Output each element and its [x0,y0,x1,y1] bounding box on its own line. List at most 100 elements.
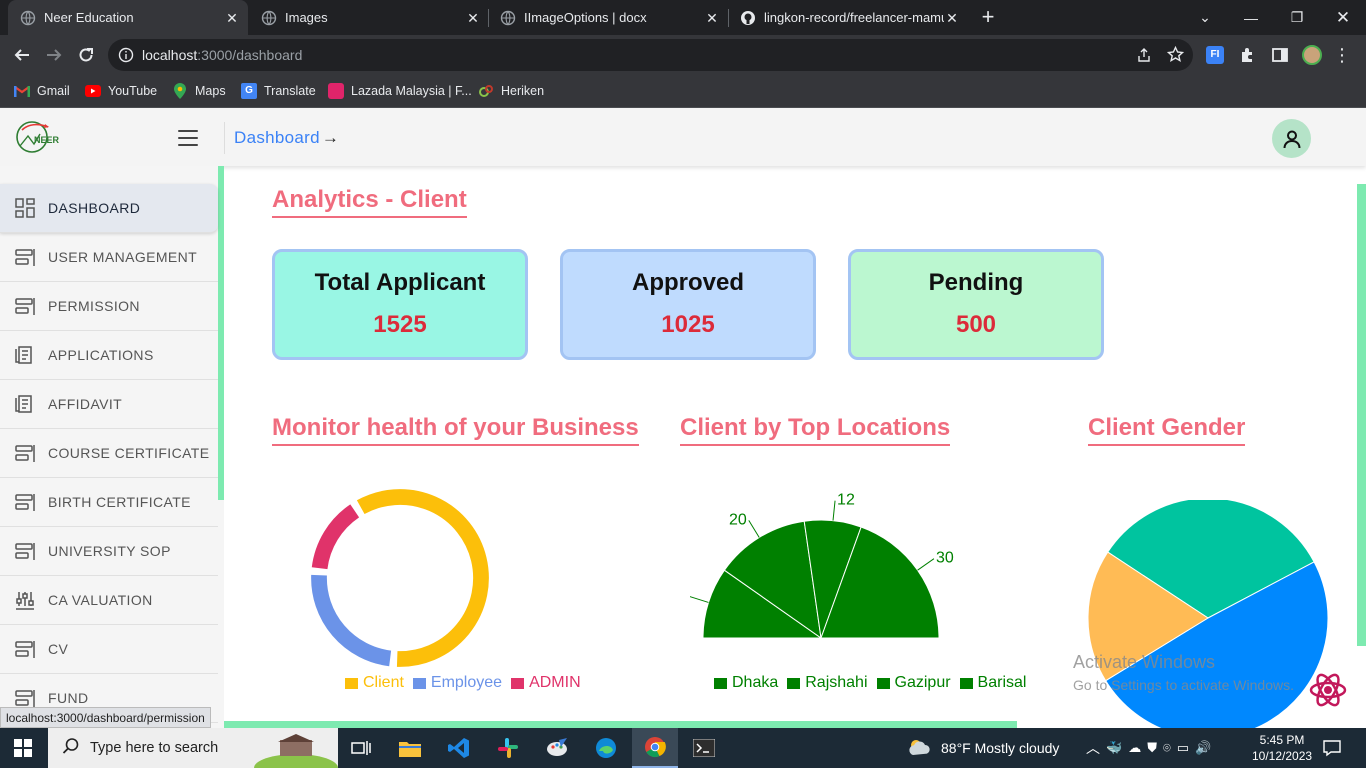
stat-label: Pending [928,269,1024,296]
tab-neer-education[interactable]: Neer Education ✕ [8,0,248,35]
reload-button[interactable] [74,43,98,67]
tab-title: Neer Education [44,10,134,25]
close-icon[interactable]: ✕ [944,10,960,26]
clock[interactable]: 5:45 PM 10/12/2023 [1252,728,1312,768]
profile-avatar[interactable] [1300,43,1324,67]
data-label-leader-line [690,596,709,603]
slack-icon[interactable] [485,728,531,768]
sidebar-item-dashboard[interactable]: DASHBOARD [0,184,218,233]
sidebar-item-university-sop[interactable]: UNIVERSITY SOP [0,527,218,576]
info-icon[interactable] [118,47,134,68]
browser-menu-icon[interactable]: ⋮ [1330,43,1354,67]
data-label-leader-line [832,500,836,521]
side-panel-icon[interactable] [1268,43,1292,67]
back-button[interactable] [10,43,34,67]
taskbar-search[interactable]: Type here to search [48,728,338,768]
tab-search-chevron-icon[interactable]: ⌄ [1182,0,1228,35]
windows-start-icon[interactable] [0,728,46,768]
list-icon [14,687,36,709]
restore-button[interactable]: ❐ [1274,0,1320,35]
paint-icon[interactable] [534,728,580,768]
sidebar-item-label: UNIVERSITY SOP [48,543,171,559]
sliders-icon [14,589,36,611]
half-pie-chart: 15201230 [690,492,954,640]
close-icon[interactable]: ✕ [704,10,720,26]
donut-slice-client[interactable] [356,489,489,667]
section-title-gender: Client Gender [1088,414,1246,446]
donut-slice-employee[interactable] [311,574,392,667]
bookmark-lazada[interactable]: Lazada Malaysia | F... [328,82,472,100]
network-icon[interactable]: ▭ [1177,740,1189,756]
legend-item-barisal[interactable]: Barisal [959,674,1026,692]
donut-slice-admin[interactable] [311,504,360,570]
react-devtools-icon[interactable] [1308,672,1348,713]
bookmark-star-icon[interactable] [1166,45,1185,68]
security-icon[interactable]: ⛊ [1147,740,1157,756]
share-icon[interactable] [1136,47,1152,68]
list-icon [14,246,36,268]
hamburger-menu-icon[interactable] [178,130,198,146]
sidebar-item-ca-valuation[interactable]: CA VALUATION [0,576,218,625]
new-tab-button[interactable]: + [978,6,998,28]
stat-value: 1525 [373,311,427,338]
tab-images[interactable]: Images ✕ [249,0,489,35]
edge-icon[interactable] [583,728,629,768]
legend-item-gazipur[interactable]: Gazipur [876,674,951,692]
extension-fi-icon[interactable]: FI [1203,43,1227,67]
sidebar-item-applications[interactable]: APPLICATIONS [0,331,218,380]
tab-title: lingkon-record/freelancer-mamu [764,10,944,25]
terminal-icon[interactable] [681,728,727,768]
breadcrumb-dashboard[interactable]: Dashboard [234,128,320,147]
vscode-icon[interactable] [436,728,482,768]
legend-item-rajshahi[interactable]: Rajshahi [787,674,868,692]
bookmark-youtube[interactable]: YouTube [85,82,157,100]
sidebar-item-affidavit[interactable]: AFFIDAVIT [0,380,218,429]
legend-swatch [876,677,890,689]
breadcrumb[interactable]: Dashboard → [234,128,339,148]
legend-item-client[interactable]: Client [345,674,404,692]
search-placeholder: Type here to search [90,740,219,756]
docker-icon[interactable]: 🐳 [1106,740,1122,756]
sidebar-item-permission[interactable]: PERMISSION [0,282,218,331]
bookmark-maps[interactable]: Maps [172,82,226,100]
minimize-button[interactable]: — [1228,0,1274,35]
network-off-icon[interactable]: ☁ [1128,740,1141,756]
tab-iimageoptions[interactable]: IImageOptions | docx ✕ [488,0,728,35]
sidebar: DASHBOARD USER MANAGEMENT PERMISSION APP… [0,166,224,728]
horizontal-scrollbar[interactable] [224,721,1017,728]
list-icon [14,442,36,464]
donut-legend: Client Employee ADMIN [345,674,590,692]
legend-item-employee[interactable]: Employee [412,674,502,692]
close-icon[interactable]: ✕ [224,10,240,26]
bookmark-gmail[interactable]: Gmail [14,82,70,100]
sidebar-item-cv[interactable]: CV [0,625,218,674]
legend-item-dhaka[interactable]: Dhaka [714,674,778,692]
legend-item-admin[interactable]: ADMIN [511,674,581,692]
user-avatar[interactable] [1272,119,1311,158]
link-status-bubble: localhost:3000/dashboard/permission [0,707,211,728]
address-bar[interactable]: localhost:3000/dashboard [108,39,1193,71]
sidebar-item-user-management[interactable]: USER MANAGEMENT [0,233,218,282]
tab-github[interactable]: lingkon-record/freelancer-mamu ✕ [728,0,968,35]
neer-logo[interactable]: NEER [14,120,60,154]
weather-widget[interactable]: 88°F Mostly cloudy [907,728,1059,768]
sidebar-item-course-certificate[interactable]: COURSE CERTIFICATE [0,429,218,478]
task-view-icon[interactable] [338,728,384,768]
stat-label: Approved [631,269,744,296]
cloud-icon [907,737,933,760]
camera-icon[interactable]: ⌾ [1163,740,1171,756]
chrome-icon[interactable] [632,728,678,768]
extensions-puzzle-icon[interactable] [1236,43,1260,67]
stat-card-pending: Pending 500 [848,249,1104,360]
notification-icon[interactable] [1322,728,1342,768]
volume-icon[interactable]: 🔊 [1195,740,1211,756]
forward-button[interactable] [42,43,66,67]
bookmark-translate[interactable]: G Translate [241,82,316,100]
close-window-button[interactable]: ✕ [1320,0,1366,35]
file-explorer-icon[interactable] [387,728,433,768]
chevron-up-icon[interactable]: ︿ [1086,738,1100,758]
close-icon[interactable]: ✕ [465,10,481,26]
sidebar-item-birth-certificate[interactable]: BIRTH CERTIFICATE [0,478,218,527]
bookmark-heriken[interactable]: Heriken [478,82,544,100]
main-scrollbar[interactable] [1357,184,1366,646]
